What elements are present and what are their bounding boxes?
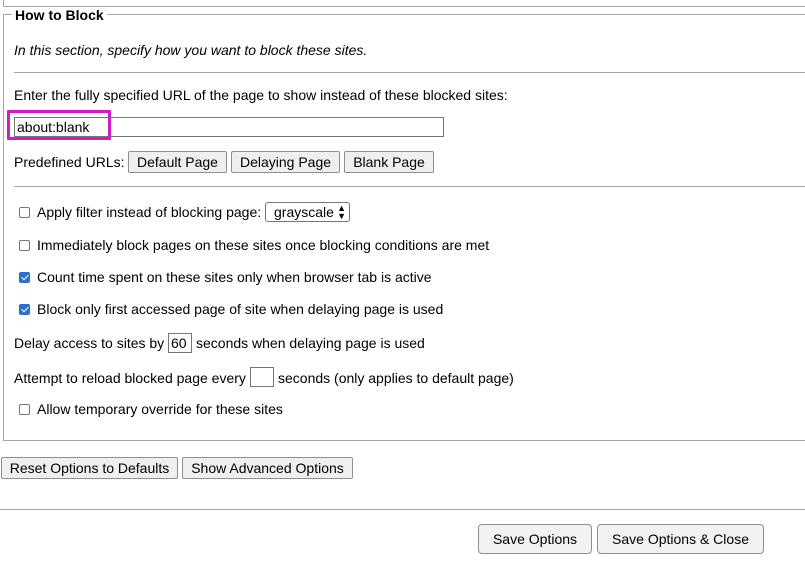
delay-suffix: seconds when delaying page is used: [196, 335, 425, 351]
save-options-button[interactable]: Save Options: [478, 524, 592, 554]
default-page-button[interactable]: Default Page: [128, 151, 227, 173]
block-first-page-label: Block only first accessed page of site w…: [37, 301, 444, 317]
reset-options-button[interactable]: Reset Options to Defaults: [1, 457, 178, 479]
save-options-close-button[interactable]: Save Options & Close: [597, 524, 764, 554]
count-active-tab-checkbox[interactable]: [19, 272, 30, 283]
section-intro: In this section, specify how you want to…: [14, 42, 368, 58]
delaying-page-button[interactable]: Delaying Page: [231, 151, 340, 173]
reload-suffix: seconds (only applies to default page): [278, 370, 514, 386]
count-active-tab-label: Count time spent on these sites only whe…: [37, 269, 432, 285]
filter-select[interactable]: grayscale ▲ ▼: [265, 202, 350, 222]
delay-prefix: Delay access to sites by: [14, 335, 165, 351]
allow-override-checkbox[interactable]: [19, 404, 30, 415]
previous-section-border: [3, 0, 805, 7]
reload-seconds-input[interactable]: [250, 367, 274, 387]
apply-filter-label: Apply filter instead of blocking page:: [37, 204, 262, 220]
block-first-page-checkbox[interactable]: [19, 304, 30, 315]
allow-override-label: Allow temporary override for these sites: [37, 401, 283, 417]
predefined-urls-label: Predefined URLs:: [14, 154, 125, 170]
show-advanced-options-button[interactable]: Show Advanced Options: [182, 457, 353, 479]
divider: [14, 186, 805, 187]
filter-select-value: grayscale: [274, 204, 334, 220]
select-arrows-icon: ▲ ▼: [337, 203, 346, 221]
blank-page-button[interactable]: Blank Page: [344, 151, 434, 173]
reload-prefix: Attempt to reload blocked page every: [14, 370, 246, 386]
section-legend: How to Block: [12, 7, 107, 23]
delay-seconds-input[interactable]: 60: [168, 333, 192, 353]
footer-divider: [0, 509, 805, 510]
block-url-input[interactable]: about:blank: [14, 117, 444, 137]
block-url-label: Enter the fully specified URL of the pag…: [14, 87, 508, 103]
immediately-block-label: Immediately block pages on these sites o…: [37, 237, 490, 253]
immediately-block-checkbox[interactable]: [19, 240, 30, 251]
apply-filter-checkbox[interactable]: [19, 207, 30, 218]
divider: [14, 72, 805, 73]
